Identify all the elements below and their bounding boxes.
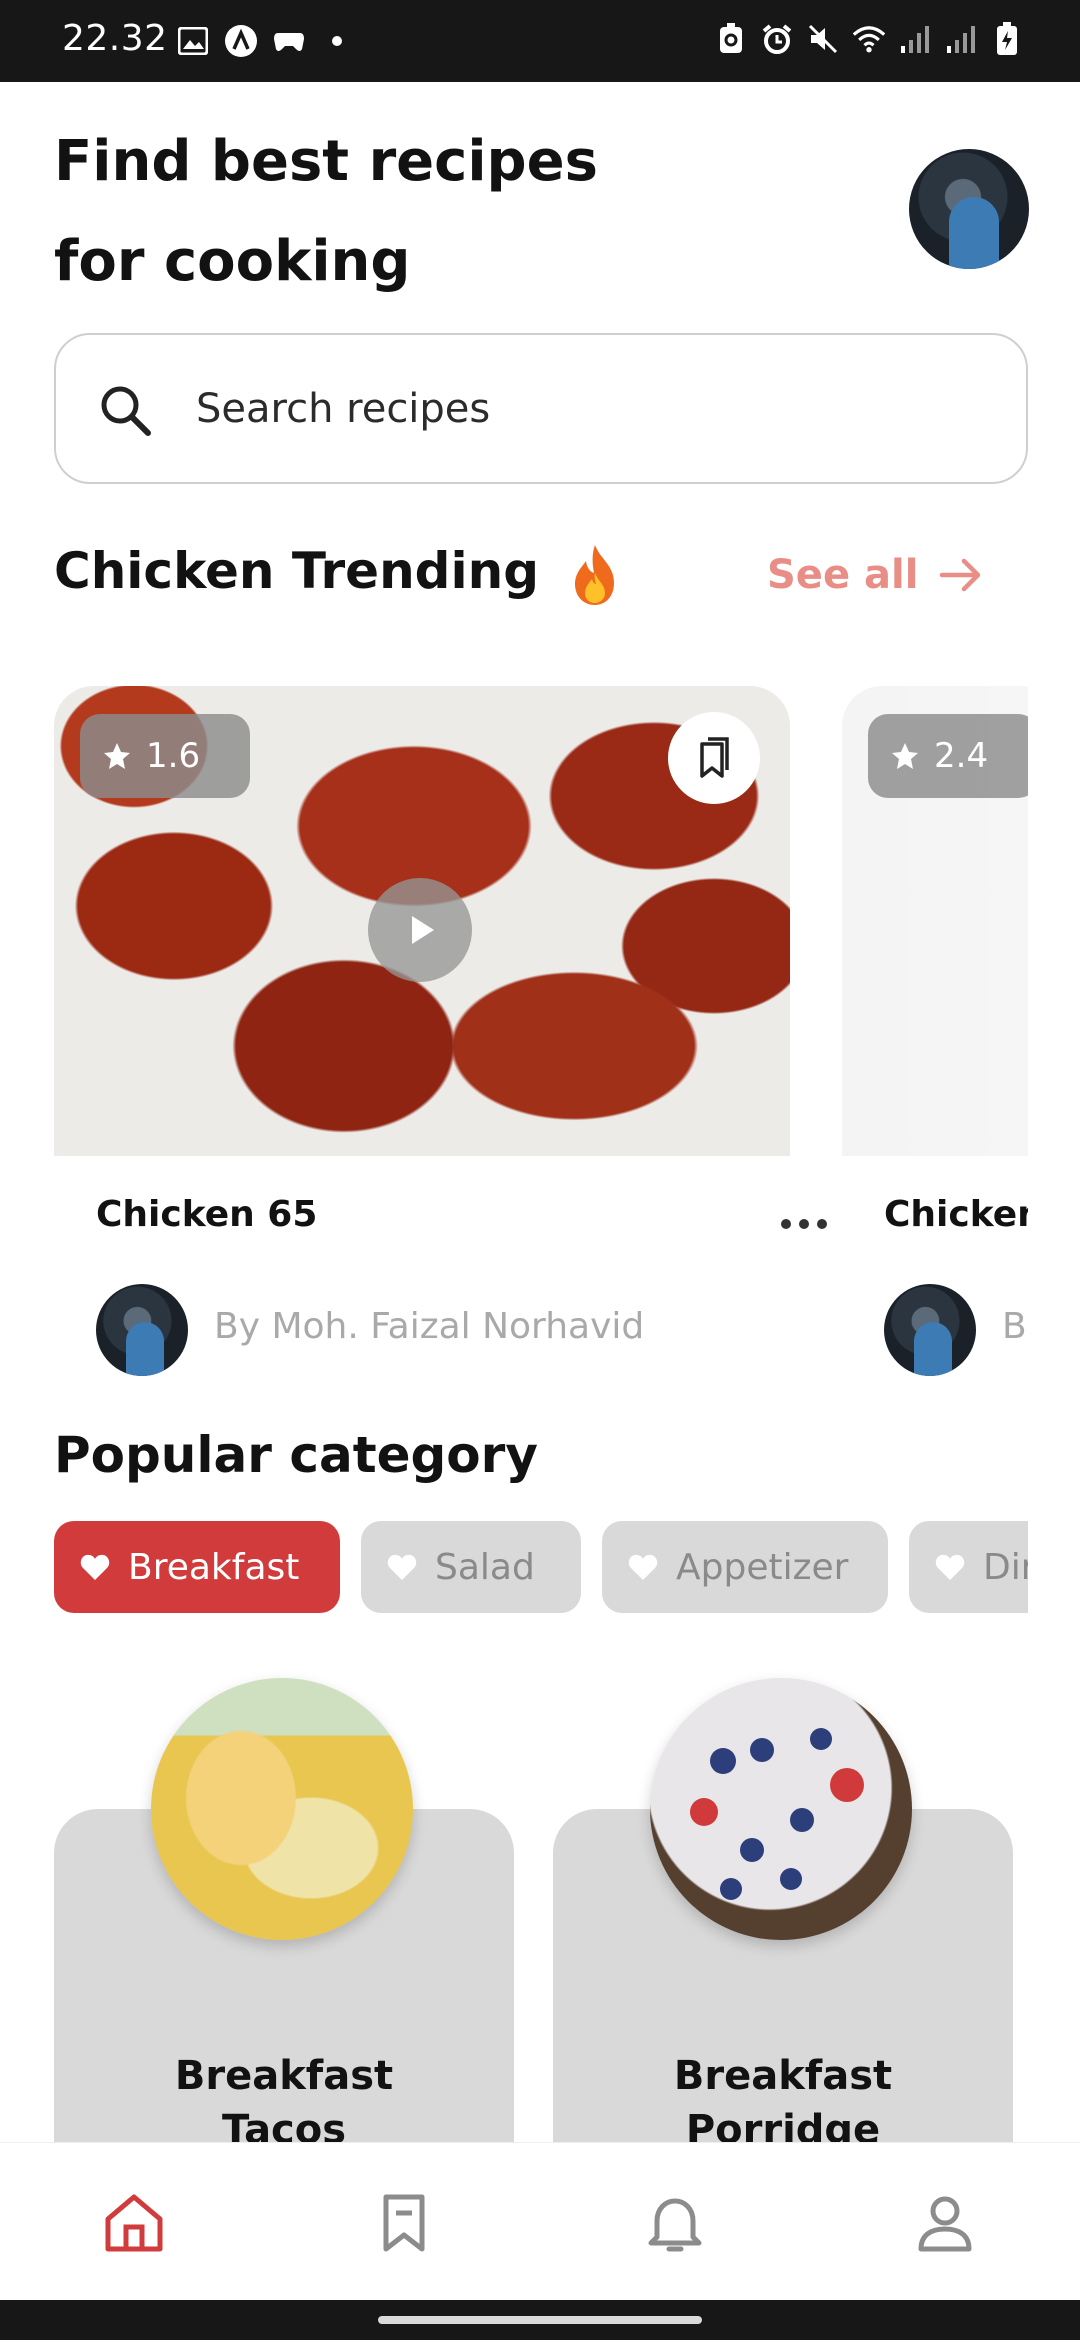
fire-icon (575, 544, 615, 605)
mute-icon (806, 22, 840, 56)
recipe-image: 1.6 (54, 686, 790, 1156)
category-chip-appetizer[interactable]: Appetizer (602, 1521, 888, 1613)
rating-value: 1.6 (146, 736, 201, 776)
tile-recipe-name: Breakfast Tacos (54, 2049, 514, 2149)
profile-avatar[interactable] (909, 149, 1029, 269)
berry (790, 1808, 814, 1832)
chip-label: Appetizer (676, 1546, 849, 1588)
search-bar[interactable] (54, 333, 1028, 484)
berry (750, 1738, 774, 1762)
rating-badge: 1.6 (80, 714, 250, 798)
recipe-card[interactable]: 2.4 Chicken By (842, 686, 1028, 1390)
author-name: By (1002, 1306, 1028, 1347)
arrow-right-icon (940, 558, 981, 592)
game-icon (272, 24, 306, 58)
berry (810, 1728, 832, 1750)
tile-name-line-1: Breakfast (174, 2053, 394, 2099)
star-icon (104, 743, 130, 769)
berry (710, 1748, 736, 1774)
popular-category-title: Popular category (54, 1426, 538, 1484)
rating-badge: 2.4 (868, 714, 1028, 798)
trending-section-title: Chicken Trending (54, 542, 624, 607)
author-name: By Moh. Faizal Norhavid (214, 1306, 645, 1347)
recipe-image: 2.4 (842, 686, 1028, 1156)
battery-saver-icon (714, 22, 748, 56)
title-line-2: for cooking (54, 229, 411, 294)
see-all-label: See all (767, 552, 919, 598)
heart-icon (628, 1554, 658, 1580)
category-chip-salad[interactable]: Salad (361, 1521, 581, 1613)
berry (830, 1768, 864, 1802)
play-icon (412, 916, 434, 944)
search-icon (101, 386, 151, 436)
trending-title-text: Chicken Trending (54, 542, 539, 600)
category-chip-breakfast[interactable]: Breakfast (54, 1521, 340, 1613)
berry (740, 1838, 764, 1862)
bottom-navigation (0, 2142, 1080, 2300)
recipe-card[interactable]: 1.6 Chicken 65 By Moh. Faizal Norhavid (54, 686, 827, 1390)
status-bar: 22.32 (0, 0, 1080, 82)
gesture-bar (0, 2300, 1080, 2340)
berry (780, 1868, 802, 1890)
recipe-name: Chicken (884, 1194, 1028, 1235)
berry (690, 1798, 718, 1826)
author-avatar (96, 1284, 188, 1376)
more-options-icon[interactable] (774, 1214, 834, 1234)
status-time: 22.32 (62, 18, 168, 59)
tile-name-line-1: Breakfast (673, 2053, 893, 2099)
bookmark-icon (700, 737, 729, 778)
star-icon (892, 743, 918, 769)
title-line-1: Find best recipes (54, 129, 598, 194)
profile-icon[interactable] (913, 2191, 977, 2255)
heart-icon (387, 1554, 417, 1580)
play-button[interactable] (368, 878, 472, 982)
recipe-name: Chicken 65 (96, 1194, 318, 1235)
chip-label: Dir (983, 1546, 1028, 1588)
signal-icon (898, 22, 932, 56)
bookmark-icon[interactable] (372, 2191, 436, 2255)
heart-icon (935, 1554, 965, 1580)
category-chip-dinner[interactable]: Dir (909, 1521, 1028, 1613)
search-input[interactable] (194, 373, 994, 445)
bell-icon[interactable] (643, 2191, 707, 2255)
home-icon[interactable] (102, 2191, 166, 2255)
alarm-icon (760, 22, 794, 56)
category-chips[interactable]: Breakfast Salad Appetizer Dir (54, 1521, 1028, 1613)
tile-recipe-name: Breakfast Porridge (553, 2049, 1013, 2149)
battery-icon (990, 22, 1024, 56)
app-icon (224, 24, 258, 58)
home-indicator[interactable] (378, 2316, 702, 2324)
chip-label: Breakfast (128, 1546, 300, 1588)
gallery-icon (176, 24, 210, 58)
rating-value: 2.4 (934, 736, 989, 776)
heart-icon (80, 1554, 110, 1580)
page-title: Find best recipes for cooking (54, 112, 654, 312)
recipe-thumbnail-tacos (151, 1678, 413, 1940)
recipe-thumbnail-porridge (650, 1678, 912, 1940)
wifi-icon (852, 22, 886, 56)
author-avatar (884, 1284, 976, 1376)
chip-label: Salad (435, 1546, 535, 1588)
dot-icon (320, 24, 354, 58)
berry (720, 1878, 742, 1900)
trending-carousel[interactable]: 1.6 Chicken 65 By Moh. Faizal Norhavid 2… (54, 686, 1028, 1390)
see-all-link[interactable]: See all (767, 552, 984, 598)
bookmark-button[interactable] (668, 712, 760, 804)
signal-icon (944, 22, 978, 56)
